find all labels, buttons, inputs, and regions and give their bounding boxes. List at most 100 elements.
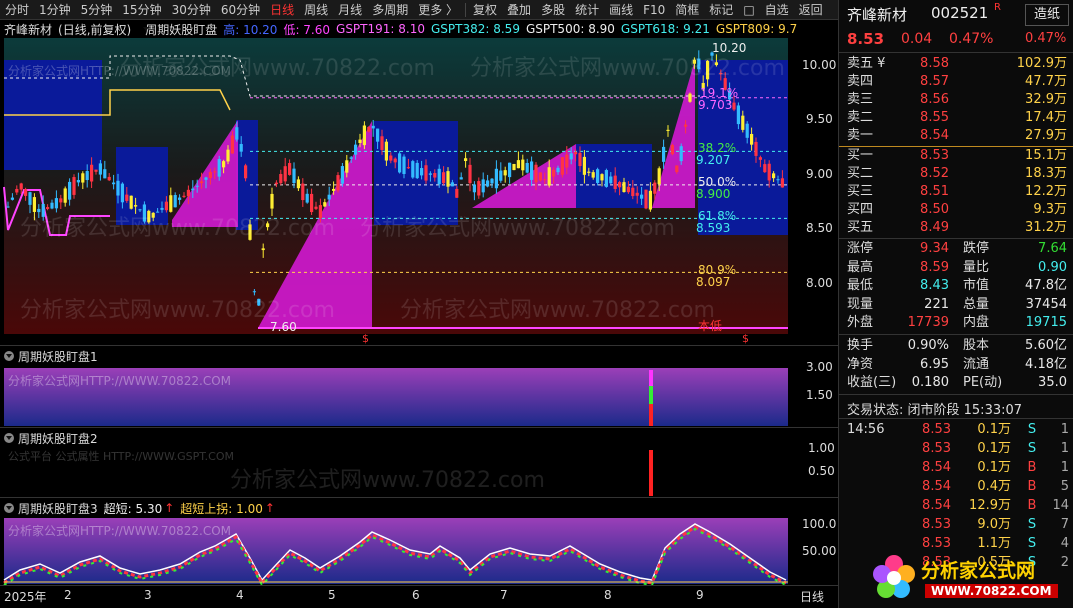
quote-flag: R	[994, 2, 1001, 13]
candle-body	[494, 168, 498, 189]
tf-30min-button[interactable]: 30分钟	[167, 0, 216, 20]
quote-pct: 0.47%	[949, 31, 994, 47]
candle-body	[200, 181, 204, 184]
buys-price: 8.53	[920, 148, 949, 163]
tf-weekly-button[interactable]: 周线	[299, 0, 333, 20]
tf-multi-button[interactable]: 多周期	[367, 0, 413, 20]
back-button[interactable]: 返回	[794, 0, 828, 20]
draw-line-button[interactable]: 画线	[604, 0, 638, 20]
candle-body	[257, 298, 261, 306]
main-chart-panel[interactable]: 齐峰新材 (日线,前复权) 周期妖股盯盘 高: 10.20 低: 7.60 GS…	[0, 20, 838, 345]
tf-intraday-button[interactable]: 分时	[0, 0, 34, 20]
tick-count: 5	[1060, 479, 1069, 494]
candle-body	[772, 173, 776, 179]
candle-body	[547, 167, 551, 186]
square-button[interactable]: □	[738, 0, 759, 20]
candle-body	[446, 171, 450, 187]
tick-row[interactable]: 8.53 0.1万 S 1	[839, 439, 1073, 458]
tick-volume: 0.1万	[977, 422, 1011, 437]
candle-body	[714, 62, 718, 66]
candle-body	[666, 129, 670, 131]
tf-15min-button[interactable]: 15分钟	[117, 0, 166, 20]
candle-body	[213, 171, 217, 173]
y-tick-main-3: 8.50	[806, 221, 833, 235]
candle-body	[776, 179, 780, 181]
sells-row[interactable]: 卖三 8.56 32.9万	[839, 91, 1073, 109]
candle-body	[252, 291, 256, 293]
tick-row[interactable]: 8.54 0.1万 B 1	[839, 458, 1073, 477]
buys-row[interactable]: 买二 8.52 18.3万	[839, 165, 1073, 183]
buys-row[interactable]: 买一 8.53 15.1万	[839, 147, 1073, 165]
candle-body	[600, 174, 604, 181]
candle-body	[389, 155, 393, 161]
candle-body	[741, 115, 745, 130]
quote-stock-code: 002521	[931, 4, 989, 22]
candle-body	[758, 157, 762, 160]
adjust-button[interactable]: 复权	[468, 0, 502, 20]
fund-value: 0.180	[911, 375, 949, 390]
sells-label: 卖三	[847, 92, 874, 107]
stat-value: 17739	[907, 315, 949, 330]
tf-daily-button[interactable]: 日线	[265, 0, 299, 20]
indicator-name[interactable]: 周期妖股盯盘	[145, 21, 217, 38]
buys-row[interactable]: 买三 8.51 12.2万	[839, 183, 1073, 201]
buys-volume: 15.1万	[1025, 148, 1067, 163]
simple-frame-button[interactable]: 简框	[670, 0, 704, 20]
overlay-button[interactable]: 叠加	[502, 0, 536, 20]
buys-row[interactable]: 买五 8.49 31.2万	[839, 219, 1073, 237]
panel2-menu-icon[interactable]	[4, 433, 14, 443]
tick-row[interactable]: 8.54 0.4万 B 5	[839, 477, 1073, 496]
tf-monthly-button[interactable]: 月线	[333, 0, 367, 20]
indicator-panel-1[interactable]: 周期妖股盯盘1 3.00 1.50 分析家公式网HTTP://WWW.70822…	[0, 345, 838, 427]
tick-row[interactable]: 8.53 9.0万 S 7	[839, 515, 1073, 534]
y-tick-p2-0: 1.00	[808, 441, 835, 455]
stat-value-2: 19715	[1025, 315, 1067, 330]
fund-value-2: 35.0	[1038, 375, 1067, 390]
candle-body	[565, 154, 569, 168]
candle-body	[239, 144, 243, 152]
x-label-jul: 7	[500, 588, 508, 602]
buys-volume: 18.3万	[1025, 166, 1067, 181]
candle-body	[648, 190, 652, 210]
tf-more-button[interactable]: 更多 〉	[413, 0, 463, 20]
indicator-panel-2[interactable]: 周期妖股盯盘2 1.00 0.50 公式平台 公式属性 HTTP://WWW.G…	[0, 427, 838, 497]
tf-1min-button[interactable]: 1分钟	[34, 0, 76, 20]
sells-row[interactable]: 卖四 8.57 47.7万	[839, 73, 1073, 91]
panel1-menu-icon[interactable]	[4, 351, 14, 361]
stats-button[interactable]: 统计	[570, 0, 604, 20]
panel2-title[interactable]: 周期妖股盯盘2	[18, 430, 98, 447]
stat-row: 涨停 9.34 跌停 7.64	[839, 240, 1073, 258]
indicator-panel-3[interactable]: 周期妖股盯盘3 超短: 5.30 ↑ 超短上拐: 1.00 ↑ 100.0 50…	[0, 497, 838, 586]
y-tick-p1-0: 3.00	[806, 360, 833, 374]
panel3-menu-icon[interactable]	[4, 503, 14, 513]
panel3-title[interactable]: 周期妖股盯盘3	[18, 500, 98, 517]
panel1-title[interactable]: 周期妖股盯盘1	[18, 348, 98, 365]
candle-body	[481, 179, 485, 193]
candle-body	[657, 168, 661, 185]
sells-row[interactable]: 卖五 ¥ 8.58 102.9万	[839, 55, 1073, 73]
watchlist-button[interactable]: 自选	[760, 0, 794, 20]
sells-row[interactable]: 卖一 8.54 27.9万	[839, 127, 1073, 145]
stat-label: 最低	[847, 278, 874, 293]
candle-body	[415, 162, 419, 179]
tf-5min-button[interactable]: 5分钟	[76, 0, 118, 20]
tick-price: 8.53	[922, 422, 951, 437]
tick-count: 1	[1060, 441, 1069, 456]
mark-button[interactable]: 标记	[704, 0, 738, 20]
multi-stock-button[interactable]: 多股	[536, 0, 570, 20]
x-axis-period[interactable]: 日线	[800, 588, 824, 605]
buys-row[interactable]: 买四 8.50 9.3万	[839, 201, 1073, 219]
tf-60min-button[interactable]: 60分钟	[216, 0, 265, 20]
candle-body	[362, 125, 366, 146]
gspt191-value: GSPT191: 8.10	[336, 22, 425, 36]
sells-row[interactable]: 卖二 8.55 17.4万	[839, 109, 1073, 127]
candle-body	[358, 139, 362, 143]
tick-row[interactable]: 8.54 12.9万 B 14	[839, 496, 1073, 515]
industry-button[interactable]: 造纸	[1025, 4, 1069, 26]
y-tick-main-4: 8.00	[806, 276, 833, 290]
sells-label: 卖一	[847, 128, 874, 143]
f10-button[interactable]: F10	[638, 0, 670, 20]
tick-row[interactable]: 14:56 8.53 0.1万 S 1	[839, 420, 1073, 439]
candle-body	[173, 194, 177, 208]
stat-value-2: 47.8亿	[1025, 278, 1067, 293]
